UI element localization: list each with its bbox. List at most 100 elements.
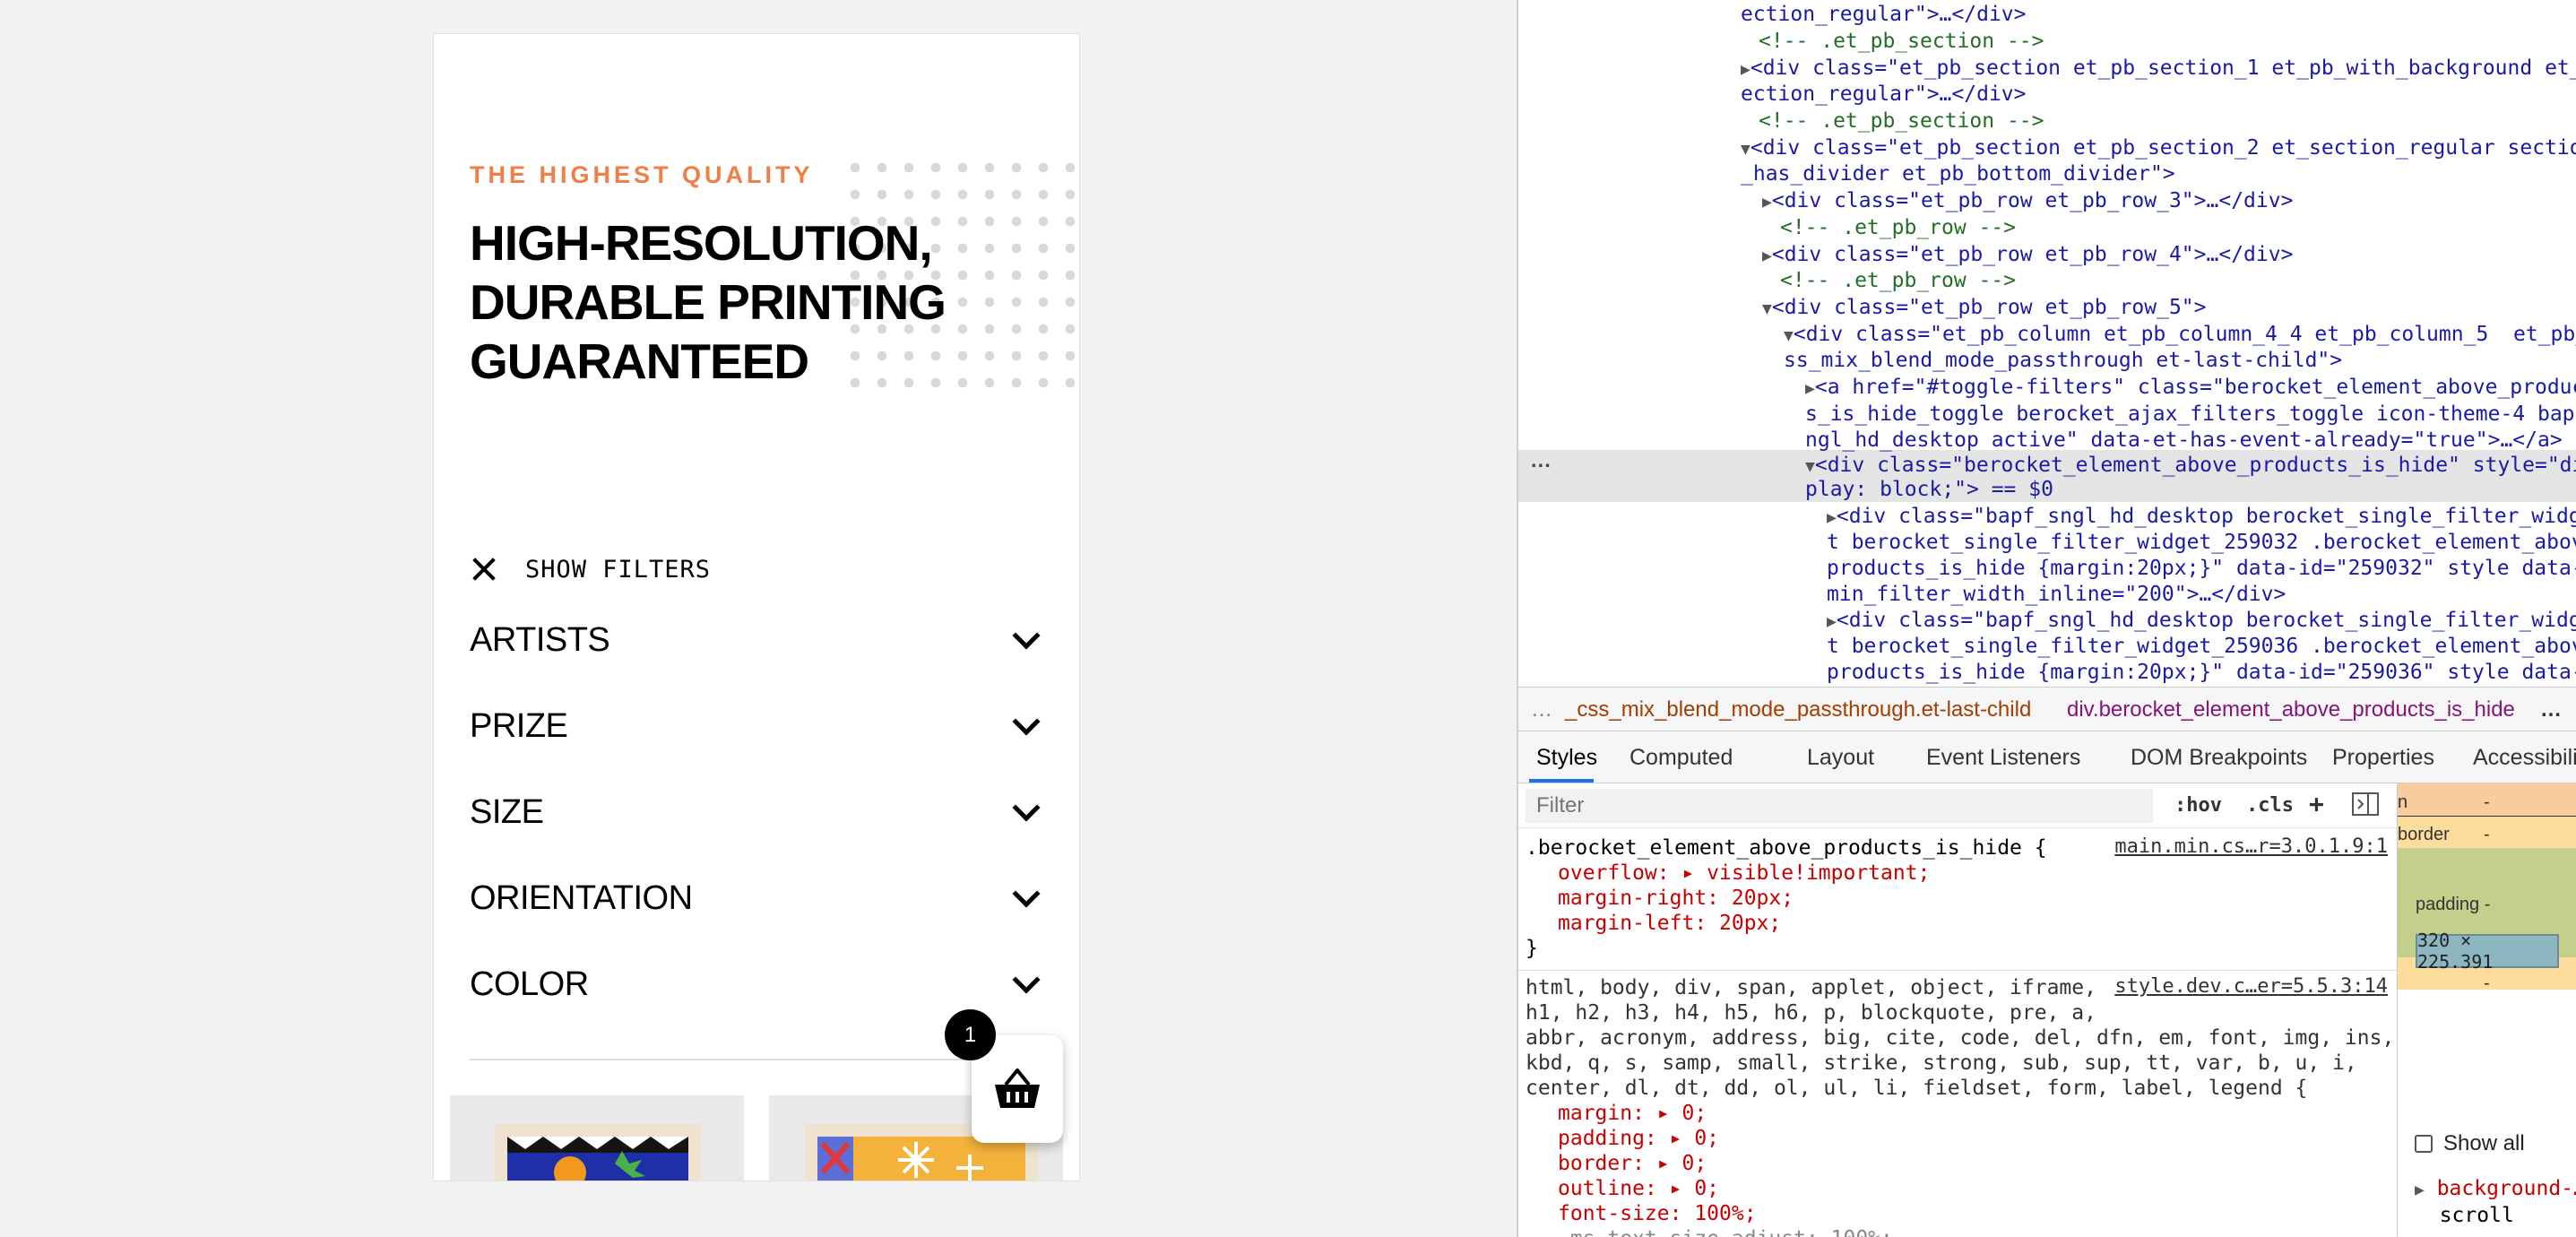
filter-size[interactable]: SIZE: [470, 785, 1043, 839]
filter-label: SIZE: [470, 792, 544, 831]
dom-line[interactable]: products_is_hide {margin:20px;}" data-id…: [1827, 556, 2576, 582]
filter-artists[interactable]: ARTISTS: [470, 613, 1043, 667]
toggle-sidebar-icon[interactable]: [2352, 792, 2379, 821]
dom-line[interactable]: ▶<div class="bapf_sngl_hd_desktop berock…: [1827, 608, 2576, 635]
tab-properties[interactable]: Properties: [2332, 745, 2434, 771]
styles-tabbar: Styles Computed Layout Event Listeners D…: [1518, 731, 2576, 783]
section-eyebrow: THE HIGHEST QUALITY: [470, 161, 814, 188]
tab-styles[interactable]: Styles: [1536, 745, 1597, 771]
dom-line[interactable]: ▶<div class="et_pb_row et_pb_row_3">…</d…: [1762, 188, 2293, 215]
css-property[interactable]: overflow: ▸ visible!important;: [1558, 861, 1930, 886]
show-filters-toggle[interactable]: SHOW FILTERS: [466, 551, 711, 587]
css-rule-selector[interactable]: .berocket_element_above_products_is_hide…: [1526, 835, 2047, 861]
rule-source-link[interactable]: main.min.cs…r=3.0.1.9:1: [2114, 835, 2388, 858]
section-headline: HIGH-RESOLUTION, DURABLE PRINTING GUARAN…: [470, 213, 972, 391]
dom-line[interactable]: products_is_hide {margin:20px;}" data-id…: [1827, 660, 2576, 686]
dom-line[interactable]: ▼<div class="et_pb_section et_pb_section…: [1741, 135, 2576, 162]
filter-color[interactable]: COLOR: [470, 957, 1043, 1011]
add-rule-icon[interactable]: +: [2309, 789, 2324, 818]
hover-state-button[interactable]: :hov: [2174, 794, 2222, 817]
headline-line-3: GUARANTEED: [470, 333, 809, 389]
filter-orientation[interactable]: ORIENTATION: [470, 871, 1043, 925]
show-all-checkbox[interactable]: [2415, 1135, 2433, 1153]
dom-line[interactable]: t berocket_single_filter_widget_259032 .…: [1827, 530, 2576, 556]
rule-source-link[interactable]: style.dev.c…er=5.5.3:14: [2114, 975, 2388, 998]
chevron-down-icon: [1012, 621, 1041, 650]
expand-triangle-icon[interactable]: ▶: [1805, 379, 1815, 398]
css-rule-selector[interactable]: html, body, div, span, applet, object, i…: [1526, 975, 2096, 1000]
border-value: -: [2484, 825, 2490, 844]
padding-bottom-value: -: [2484, 973, 2490, 993]
dom-line[interactable]: ection_regular">…</div>: [1741, 82, 2027, 108]
dom-line[interactable]: ▼<div class="et_pb_column et_pb_column_4…: [1784, 322, 2576, 349]
collapse-triangle-icon[interactable]: ▼: [1805, 457, 1815, 476]
dom-line[interactable]: <!-- .et_pb_row -->: [1780, 268, 2016, 294]
dom-line[interactable]: <!-- .et_pb_section -->: [1759, 108, 2044, 134]
dom-line[interactable]: ngl_hd_desktop active" data-et-has-event…: [1805, 428, 2563, 454]
mobile-page: THE HIGHEST QUALITY HIGH-RESOLUTION, DUR…: [433, 33, 1080, 1181]
dom-line[interactable]: <!-- .et_pb_row -->: [1780, 215, 2016, 241]
dom-line[interactable]: ▼<div class="et_pb_row et_pb_row_5">: [1762, 295, 2207, 322]
collapse-triangle-icon[interactable]: ▼: [1762, 299, 1772, 318]
chevron-down-icon: [1012, 965, 1041, 994]
class-toggle-button[interactable]: .cls: [2246, 794, 2294, 817]
expand-triangle-icon[interactable]: ▶: [1762, 247, 1772, 265]
dom-line[interactable]: min_filter_width_inline="200">…</div>: [1827, 582, 2286, 608]
css-property-overridden[interactable]: -ms-text-size-adjust: 100%;: [1558, 1226, 1893, 1237]
css-rule-selector: center, dl, dt, dd, ol, ul, li, fieldset…: [1526, 1077, 2308, 1100]
basket-icon: [995, 1068, 1040, 1108]
expand-triangle-icon[interactable]: ▶: [1741, 60, 1750, 79]
expand-triangle-icon[interactable]: ▶: [1827, 612, 1837, 631]
tab-accessibility[interactable]: Accessibility: [2473, 745, 2576, 771]
computed-property[interactable]: ▶ background-… scroll: [2415, 1176, 2576, 1228]
css-rule-selector: kbd, q, s, samp, small, strike, strong, …: [1526, 1051, 2357, 1075]
show-all-toggle[interactable]: Show all: [2415, 1131, 2525, 1156]
close-icon: [466, 551, 502, 587]
product-card[interactable]: [450, 1095, 744, 1181]
css-property[interactable]: margin-left: 20px;: [1558, 911, 1781, 936]
dom-line[interactable]: _has_divider et_pb_bottom_divider">: [1741, 161, 2175, 187]
tab-event-listeners[interactable]: Event Listeners: [1926, 745, 2080, 771]
collapse-triangle-icon[interactable]: ▼: [1741, 140, 1750, 159]
css-rule-selector: abbr, acronym, address, big, cite, code,…: [1526, 1026, 2395, 1050]
dom-line[interactable]: ▶<a href="#toggle-filters" class="berock…: [1805, 375, 2576, 402]
styles-filter-input[interactable]: [1526, 789, 2153, 823]
border-label: border: [2398, 825, 2450, 844]
padding-label: padding -: [2416, 895, 2491, 914]
breadcrumb-more[interactable]: …: [2540, 697, 2562, 722]
dom-line[interactable]: <!-- .et_pb_section -->: [1759, 29, 2044, 55]
show-filters-label: SHOW FILTERS: [525, 555, 712, 584]
css-property[interactable]: padding: ▸ 0;: [1558, 1126, 1719, 1151]
css-property[interactable]: outline: ▸ 0;: [1558, 1176, 1719, 1201]
dom-line[interactable]: ection_regular">…</div>: [1741, 2, 2027, 28]
collapse-triangle-icon[interactable]: ▼: [1784, 326, 1794, 345]
filter-prize[interactable]: PRIZE: [470, 699, 1043, 753]
headline-line-1: HIGH-RESOLUTION,: [470, 215, 933, 271]
dom-line[interactable]: s_is_hide_toggle berocket_ajax_filters_t…: [1805, 402, 2576, 428]
filters-divider: [470, 1059, 1043, 1060]
tab-layout[interactable]: Layout: [1807, 745, 1874, 771]
css-property[interactable]: margin: ▸ 0;: [1558, 1101, 1707, 1126]
dom-line[interactable]: ▶<div class="bapf_sngl_hd_desktop berock…: [1827, 504, 2576, 531]
css-property[interactable]: border: ▸ 0;: [1558, 1151, 1707, 1176]
dom-line[interactable]: ▶<div class="et_pb_row et_pb_row_4">…</d…: [1762, 242, 2293, 269]
margin-label: n: [2398, 792, 2408, 812]
breadcrumb-overflow[interactable]: …: [1531, 697, 1552, 722]
dom-line[interactable]: ▶<div class="et_pb_section et_pb_section…: [1741, 56, 2576, 82]
active-tab-indicator: [1529, 779, 1594, 783]
css-property[interactable]: margin-right: 20px;: [1558, 886, 1794, 911]
dom-line-selected[interactable]: play: block;"> == $0: [1805, 477, 2053, 503]
node-actions-button[interactable]: ···: [1531, 454, 1552, 478]
tab-computed[interactable]: Computed: [1629, 745, 1733, 771]
dom-line[interactable]: ss_mix_blend_mode_passthrough et-last-ch…: [1784, 348, 2342, 374]
css-property[interactable]: font-size: 100%;: [1558, 1201, 1757, 1226]
tab-dom-breakpoints[interactable]: DOM Breakpoints: [2131, 745, 2307, 771]
breadcrumb-item-current[interactable]: div.berocket_element_above_products_is_h…: [2067, 697, 2515, 722]
expand-triangle-icon[interactable]: ▶: [1827, 508, 1837, 527]
breadcrumb-item[interactable]: _css_mix_blend_mode_passthrough.et-last-…: [1565, 697, 2031, 722]
dom-line-selected[interactable]: ▼<div class="berocket_element_above_prod…: [1805, 453, 2576, 480]
dom-line[interactable]: t berocket_single_filter_widget_259036 .…: [1827, 634, 2576, 660]
box-model-content[interactable]: 320 × 225.391: [2416, 930, 2559, 973]
filter-label: ORIENTATION: [470, 878, 693, 917]
expand-triangle-icon[interactable]: ▶: [1762, 193, 1772, 212]
